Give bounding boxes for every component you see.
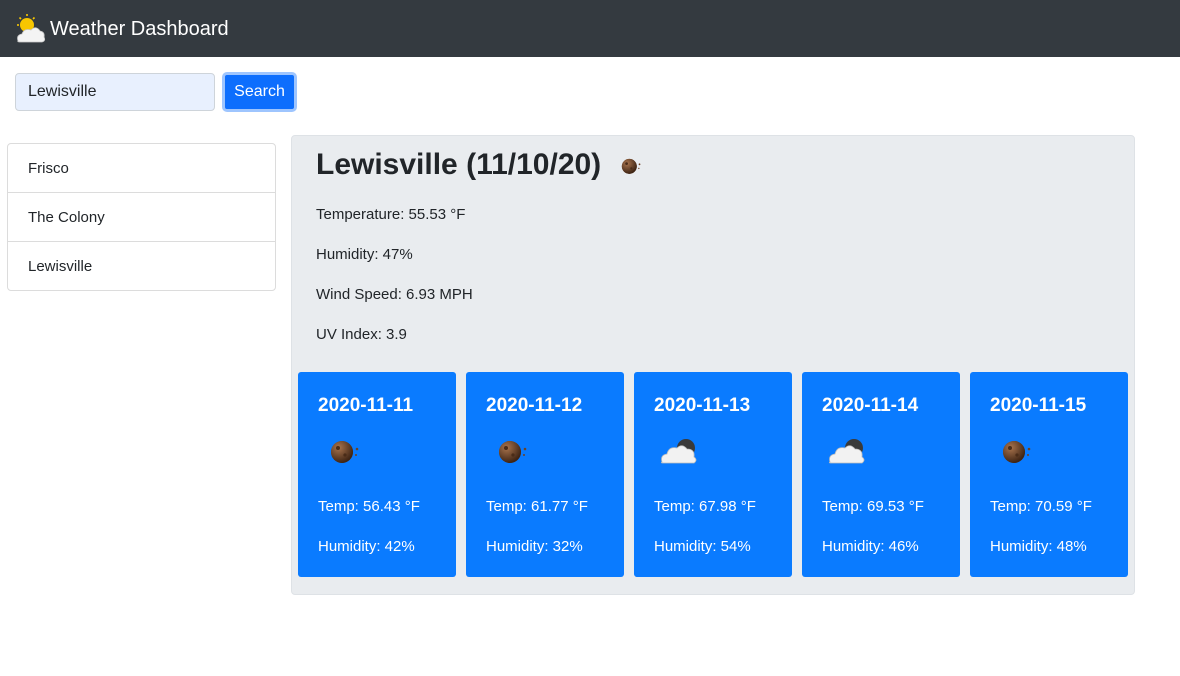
current-weather-title: Lewisville (11/10/20) [316, 148, 647, 182]
forecast-date: 2020-11-11 [318, 395, 414, 416]
current-humidity: Humidity: 47% [316, 246, 413, 263]
city-date-heading: Lewisville (11/10/20) [316, 148, 602, 181]
current-weather-panel: Lewisville (11/10/20) Temperature: 55.53… [291, 135, 1135, 595]
forecast-card: 2020-11-14 Temp: 69.53 °F Humidity: 46% [802, 372, 960, 577]
forecast-temp: Temp: 56.43 °F [318, 498, 420, 515]
history-item-lewisville[interactable]: Lewisville [8, 242, 275, 290]
clear-night-moon-icon [613, 148, 647, 182]
clear-night-moon-icon [486, 430, 536, 470]
forecast-card: 2020-11-15 Temp: 70.59 °F Humidity: 48% [970, 372, 1128, 577]
current-uv-index: UV Index: 3.9 [316, 326, 407, 343]
forecast-humidity: Humidity: 54% [654, 538, 751, 555]
history-item-the-colony[interactable]: The Colony [8, 193, 275, 242]
forecast-humidity: Humidity: 46% [822, 538, 919, 555]
app-title: Weather Dashboard [50, 17, 229, 40]
current-temperature: Temperature: 55.53 °F [316, 206, 466, 223]
forecast-humidity: Humidity: 48% [990, 538, 1087, 555]
search-button[interactable]: Search [222, 72, 297, 112]
sun-behind-cloud-icon [14, 13, 46, 45]
forecast-humidity: Humidity: 42% [318, 538, 415, 555]
cloudy-night-icon [822, 430, 872, 470]
forecast-date: 2020-11-13 [654, 395, 751, 416]
forecast-card: 2020-11-13 Temp: 67.98 °F Humidity: 54% [634, 372, 792, 577]
forecast-temp: Temp: 67.98 °F [654, 498, 756, 515]
clear-night-moon-icon [318, 430, 368, 470]
forecast-date: 2020-11-12 [486, 395, 583, 416]
current-wind-speed: Wind Speed: 6.93 MPH [316, 286, 473, 303]
forecast-humidity: Humidity: 32% [486, 538, 583, 555]
forecast-temp: Temp: 70.59 °F [990, 498, 1092, 515]
clear-night-moon-icon [990, 430, 1040, 470]
cloudy-night-icon [654, 430, 704, 470]
history-item-frisco[interactable]: Frisco [8, 144, 275, 193]
forecast-temp: Temp: 69.53 °F [822, 498, 924, 515]
forecast-card: 2020-11-11 Temp: 56.43 °F Humidity: 42% [298, 372, 456, 577]
forecast-card: 2020-11-12 Temp: 61.77 °F Humidity: 32% [466, 372, 624, 577]
forecast-date: 2020-11-14 [822, 395, 919, 416]
search-history-list: Frisco The Colony Lewisville [7, 143, 276, 291]
forecast-date: 2020-11-15 [990, 395, 1087, 416]
search-input[interactable] [15, 73, 215, 111]
forecast-temp: Temp: 61.77 °F [486, 498, 588, 515]
navbar: Weather Dashboard [0, 0, 1180, 57]
